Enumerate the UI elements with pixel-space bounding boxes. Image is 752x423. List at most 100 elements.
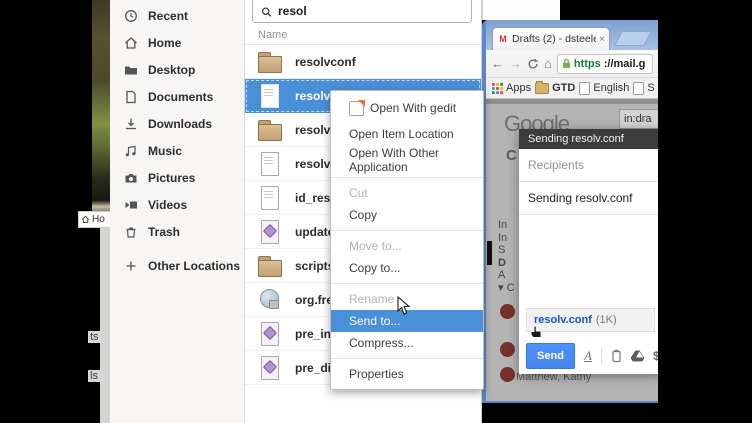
browser-tab-drafts[interactable]: M Drafts (2) - dsteele@ × <box>492 27 610 50</box>
file-manager-sidebar: Recent Home Desktop Documents Downloads … <box>110 0 245 423</box>
sidebar-item-pictures[interactable]: Pictures <box>110 164 244 191</box>
attachment-chip[interactable]: resolv.conf (1K) <box>526 308 655 332</box>
menu-item-open-item-location[interactable]: Open Item Location <box>331 121 483 147</box>
page-icon <box>579 82 590 95</box>
nav-fragment[interactable]: A <box>498 269 515 282</box>
menu-item-label: Open With Other Application <box>349 146 483 174</box>
gmail-search-box[interactable]: in:dra <box>619 109 658 129</box>
sidebar-item-label: Desktop <box>148 63 195 77</box>
new-tab-button[interactable] <box>614 31 652 46</box>
menu-item-copy-to[interactable]: Copy to... <box>331 257 483 279</box>
nav-fragment[interactable]: In <box>498 219 515 232</box>
reload-icon[interactable] <box>527 58 539 70</box>
menu-separator <box>331 177 483 178</box>
music-icon <box>124 144 138 158</box>
compose-title-bar[interactable]: Sending resolv.conf <box>519 129 658 149</box>
menu-item-compress[interactable]: Compress... <box>331 332 483 354</box>
bookmark-apps[interactable]: Apps <box>492 82 531 94</box>
menu-item-open-with-gedit[interactable]: Open With gedit <box>331 95 483 121</box>
sidebar-item-downloads[interactable]: Downloads <box>110 110 244 137</box>
desktop-folder-icon <box>124 63 138 77</box>
sidebar-item-other-locations[interactable]: Other Locations <box>110 252 244 279</box>
nav-fragment[interactable]: In <box>498 232 515 245</box>
bookmark-gtd-folder[interactable]: GTD <box>535 82 575 94</box>
home-icon <box>124 36 138 50</box>
tab-close-icon[interactable]: × <box>599 34 605 45</box>
page-icon <box>633 82 644 95</box>
nav-fragment[interactable]: ▾ C <box>498 282 515 295</box>
menu-item-cut: Cut <box>331 182 483 204</box>
padlock-icon <box>562 58 571 69</box>
sidebar-item-label: Documents <box>148 90 213 104</box>
search-input[interactable] <box>278 4 465 18</box>
home-button-label: Ho <box>92 214 105 225</box>
scroll-indicator <box>487 241 492 265</box>
sidebar-item-desktop[interactable]: Desktop <box>110 56 244 83</box>
compose-toolbar: Send A $ <box>519 338 658 374</box>
desktop-wallpaper-strip <box>92 0 110 213</box>
menu-item-open-with-other-application[interactable]: Open With Other Application <box>331 147 483 173</box>
menu-item-label: Open With gedit <box>370 101 456 115</box>
bookmark-s[interactable]: S <box>633 82 654 95</box>
url-scheme: https <box>574 58 601 70</box>
back-icon[interactable]: ← <box>491 57 504 70</box>
message-body[interactable] <box>519 215 658 308</box>
file-row[interactable]: resolvconf <box>245 45 481 79</box>
menu-item-label: Rename <box>349 292 394 306</box>
background-window-home-button[interactable]: Ho <box>78 211 111 228</box>
nav-fragment-drafts[interactable]: D <box>498 257 515 270</box>
browser-toolbar: ← → ⌂ https://mail.g <box>486 50 658 78</box>
menu-item-label: Move to... <box>349 239 402 253</box>
column-header-name[interactable]: Name <box>245 26 481 45</box>
menu-item-copy[interactable]: Copy <box>331 204 483 226</box>
background-window-fragment <box>482 0 560 20</box>
sidebar-item-documents[interactable]: Documents <box>110 83 244 110</box>
compose-dialog: Sending resolv.conf Recipients Sending r… <box>519 129 658 374</box>
sidebar-item-trash[interactable]: Trash <box>110 218 244 245</box>
menu-item-label: Open Item Location <box>349 127 454 141</box>
sidebar-item-recent[interactable]: Recent <box>110 2 244 29</box>
recipients-field[interactable]: Recipients <box>519 149 658 182</box>
compose-button-fragment[interactable]: C <box>506 147 517 164</box>
sidebar-item-label: Recent <box>148 9 188 23</box>
attachment-link[interactable]: resolv.conf <box>534 314 592 326</box>
sidebar-item-music[interactable]: Music <box>110 137 244 164</box>
folder-icon <box>257 118 283 142</box>
menu-item-label: Cut <box>349 186 368 200</box>
browser-tab-strip: M Drafts (2) - dsteele@ × <box>486 20 658 50</box>
background-window-edge <box>100 228 110 423</box>
subject-field[interactable]: Sending resolv.conf <box>519 182 658 215</box>
drive-icon[interactable] <box>631 350 644 362</box>
gmail-top-strip <box>486 99 658 104</box>
search-field[interactable] <box>252 0 472 23</box>
bookmark-english[interactable]: English <box>579 82 629 95</box>
forward-icon[interactable]: → <box>509 57 522 70</box>
file-name: resolvconf <box>295 55 356 69</box>
formatting-options-icon[interactable]: A <box>584 348 592 364</box>
background-label-fragment: ls <box>88 370 100 382</box>
menu-item-label: Copy <box>349 208 377 222</box>
sidebar-item-home[interactable]: Home <box>110 29 244 56</box>
nav-fragment[interactable]: S <box>498 244 515 257</box>
sidebar-item-label: Other Locations <box>148 259 240 273</box>
sidebar-item-videos[interactable]: Videos <box>110 191 244 218</box>
folder-icon <box>257 50 283 74</box>
address-bar[interactable]: https://mail.g <box>557 54 653 74</box>
menu-item-rename: Rename <box>331 288 483 310</box>
attach-file-icon[interactable] <box>611 349 622 363</box>
text-file-icon <box>257 84 283 108</box>
send-button[interactable]: Send <box>526 343 575 369</box>
menu-item-send-to[interactable]: Send to... <box>331 310 483 332</box>
home-icon[interactable]: ⌂ <box>544 57 552 70</box>
avatar <box>500 367 515 382</box>
menu-item-label: Copy to... <box>349 261 400 275</box>
money-icon[interactable]: $ <box>653 349 658 363</box>
sidebar-item-label: Videos <box>148 198 187 212</box>
gmail-nav-fragments: In In S D A ▾ C <box>498 219 515 294</box>
menu-item-label: Properties <box>349 367 404 381</box>
plus-icon <box>124 259 138 273</box>
bookmarks-bar: Apps GTD English S <box>486 78 658 99</box>
document-icon <box>124 90 138 104</box>
menu-item-properties[interactable]: Properties <box>331 363 483 385</box>
browser-window: M Drafts (2) - dsteele@ × ← → ⌂ https://… <box>482 20 658 403</box>
